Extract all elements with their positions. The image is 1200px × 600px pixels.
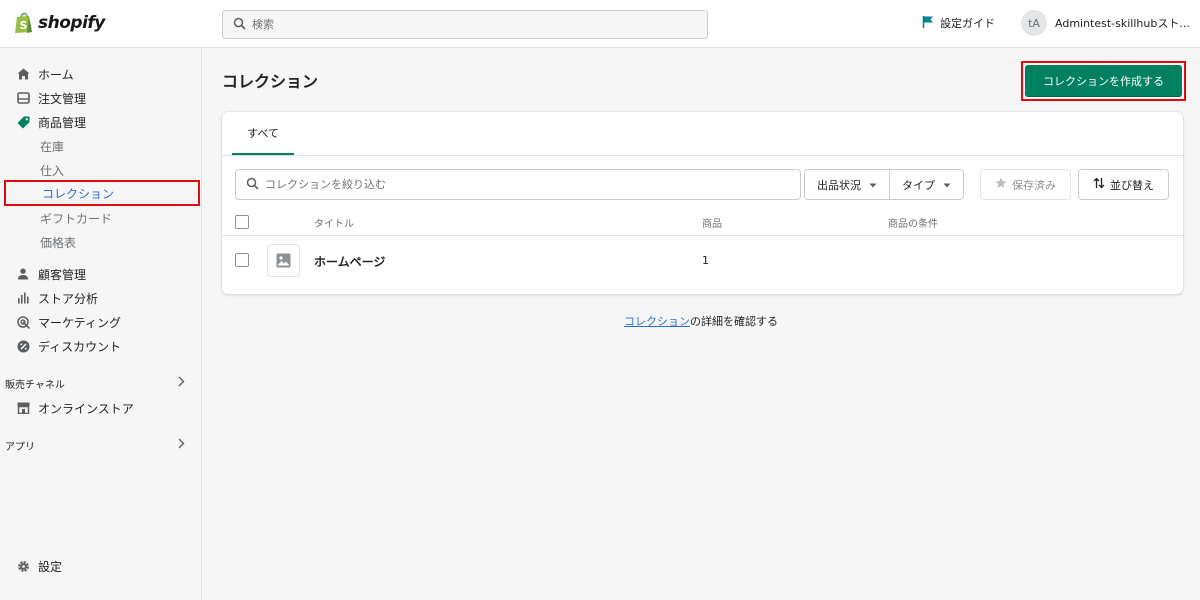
sidebar-item-label: ストア分析 [38,291,99,306]
top-bar: S shopify 設定ガイド tA Admintest-skillhubスト.… [0,0,1200,48]
collection-product-count: 1 [702,254,709,267]
collection-filter-input[interactable] [265,178,785,191]
sidebar-item-label: ディスカウント [38,339,122,354]
tab-divider [222,155,1183,156]
apps-label: アプリ [5,441,35,453]
sidebar-subitem-purchase-orders[interactable]: 仕入 [40,160,64,180]
help-text: の詳細を確認する [690,315,778,328]
account-name: Admintest-skillhubスト... [1055,17,1190,30]
caret-down-icon [869,178,877,191]
sidebar-subitem-price-lists[interactable]: 価格表 [40,232,76,252]
shopify-logo[interactable]: S shopify [14,12,105,34]
sidebar-section-apps[interactable]: アプリ [5,436,185,454]
page-title: コレクション [222,72,319,91]
discount-icon [16,339,30,353]
sidebar-subitem-gift-cards[interactable]: ギフトカード [40,208,112,228]
chevron-right-icon [177,438,185,452]
column-header-title[interactable]: タイトル [314,215,354,230]
create-collection-highlight: コレクションを作成する [1021,61,1186,101]
avatar: tA [1021,10,1047,36]
settings-label: 設定 [38,560,63,574]
sidebar-item-products[interactable]: 商品管理 [16,112,86,132]
table-row[interactable]: ホームページ 1 [222,236,1183,284]
saved-label: 保存済み [1012,178,1056,192]
svg-text:S: S [20,19,28,32]
sidebar-item-home[interactable]: ホーム [16,64,74,84]
select-all-checkbox[interactable] [235,215,249,229]
search-icon [233,17,246,33]
sidebar-item-label: オンラインストア [38,401,134,416]
sidebar-item-analytics[interactable]: ストア分析 [16,288,98,308]
create-collection-button[interactable]: コレクションを作成する [1025,65,1182,97]
column-header-products[interactable]: 商品 [702,215,722,230]
store-icon [16,401,30,415]
sidebar-item-label: 商品管理 [38,115,87,130]
image-placeholder-icon [267,244,300,277]
orders-icon [16,91,30,105]
home-icon [16,67,30,81]
sidebar-item-discounts[interactable]: ディスカウント [16,336,121,356]
column-header-conditions[interactable]: 商品の条件 [888,215,938,230]
global-search[interactable] [222,10,708,39]
shopify-bag-icon: S [14,12,34,34]
sidebar-item-label: 顧客管理 [38,267,87,282]
help-footer: コレクションの詳細を確認する [0,313,1200,329]
bar-chart-icon [16,291,30,305]
collection-title-link[interactable]: ホームページ [314,253,385,270]
setup-guide-label: 設定ガイド [940,17,995,30]
logo-text: shopify [38,13,105,33]
type-filter-button[interactable]: タイプ [889,170,963,199]
collection-filter-search[interactable] [235,169,801,200]
sidebar-section-sales-channels[interactable]: 販売チャネル [5,374,185,392]
gear-icon [16,560,30,574]
star-icon [995,177,1007,192]
collections-help-link[interactable]: コレクション [624,315,690,328]
status-filter-button[interactable]: 出品状況 [805,170,889,199]
filter-button-group: 出品状況 タイプ [804,169,964,200]
sidebar-subitem-inventory[interactable]: 在庫 [40,136,64,156]
chevron-right-icon [177,376,185,390]
account-menu[interactable]: tA Admintest-skillhubスト... [1021,10,1190,36]
global-search-input[interactable] [252,18,692,31]
type-filter-label: タイプ [902,178,935,192]
tag-icon [16,115,30,129]
sidebar-subitem-collections[interactable]: コレクション [4,180,200,206]
caret-down-icon [943,178,951,191]
sidebar-item-online-store[interactable]: オンラインストア [16,398,134,418]
sidebar-item-orders[interactable]: 注文管理 [16,88,86,108]
saved-views-button[interactable]: 保存済み [980,169,1071,200]
table-header: タイトル 商品 商品の条件 [222,208,1183,236]
person-icon [16,267,30,281]
sidebar-item-customers[interactable]: 顧客管理 [16,264,86,284]
sales-channels-label: 販売チャネル [5,379,65,391]
sort-label: 並び替え [1110,178,1154,192]
sort-button[interactable]: 並び替え [1078,169,1169,200]
row-checkbox[interactable] [235,253,249,267]
status-filter-label: 出品状況 [817,178,861,192]
setup-guide-button[interactable]: 設定ガイド [922,15,995,31]
sort-arrows-icon [1093,177,1105,192]
tab-all[interactable]: すべて [232,112,294,156]
collections-card: すべて 出品状況 タイプ 保存済み 並び替え [222,112,1183,294]
search-icon [246,177,259,193]
sidebar-item-settings[interactable]: 設定 [16,558,62,575]
sidebar-item-label: ホーム [38,67,74,82]
flag-icon [922,15,934,31]
sidebar-item-label: 注文管理 [38,91,87,106]
